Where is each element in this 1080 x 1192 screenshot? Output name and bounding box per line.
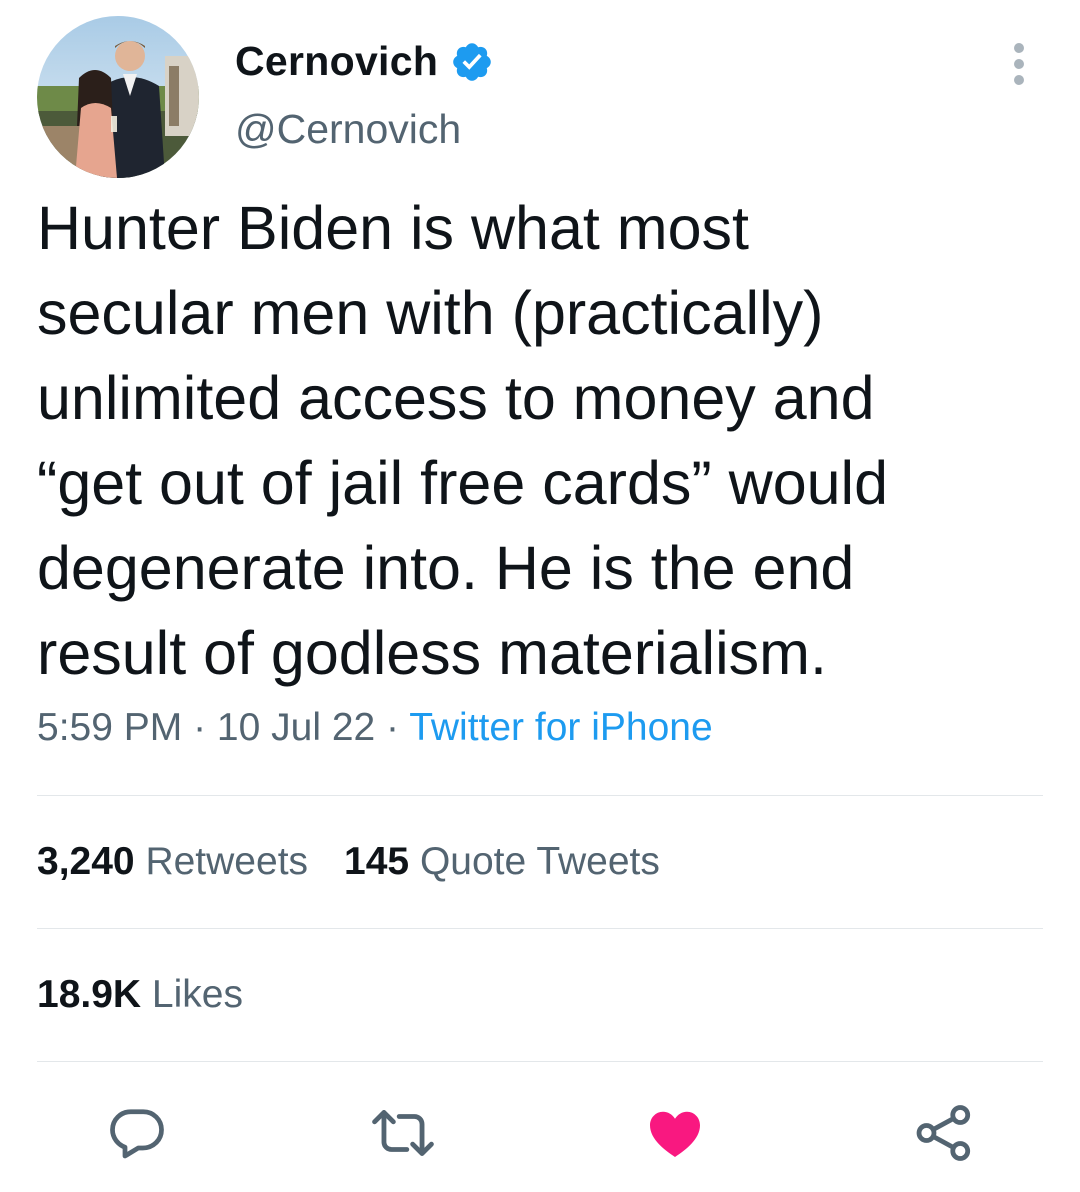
retweet-button[interactable] <box>370 1102 434 1164</box>
author-name[interactable]: Cernovich <box>235 38 438 85</box>
likes-stat[interactable]: 18.9K Likes <box>37 973 243 1016</box>
more-options-icon[interactable] <box>1007 42 1031 86</box>
divider <box>37 1061 1043 1062</box>
quote-tweets-stat[interactable]: 145 Quote Tweets <box>344 840 660 883</box>
divider <box>37 795 1043 796</box>
likes-label: Likes <box>151 973 243 1016</box>
tweet-detail: Cernovich @Cernovich Hunter Biden is wha… <box>0 0 1080 1192</box>
verified-badge-icon <box>450 40 494 84</box>
like-button[interactable] <box>645 1102 705 1164</box>
reply-button[interactable] <box>107 1102 167 1164</box>
quote-tweets-label: Quote Tweets <box>419 840 660 883</box>
tweet-text: Hunter Biden is what most secular men wi… <box>37 194 889 687</box>
author-name-row: Cernovich <box>235 38 494 85</box>
likes-row: 18.9K Likes <box>37 973 279 1017</box>
tweet-date[interactable]: 10 Jul 22 <box>217 706 375 749</box>
stats-row: 3,240 Retweets 145 Quote Tweets <box>37 840 696 884</box>
tweet-time[interactable]: 5:59 PM <box>37 706 182 749</box>
tweet-meta: 5:59 PM · 10 Jul 22 · Twitter for iPhone <box>37 706 713 750</box>
avatar[interactable] <box>37 16 199 178</box>
share-button[interactable] <box>914 1102 974 1164</box>
quote-tweets-count: 145 <box>344 840 410 883</box>
retweets-count: 3,240 <box>37 840 135 883</box>
tweet-source-link[interactable]: Twitter for iPhone <box>409 706 712 749</box>
retweets-stat[interactable]: 3,240 Retweets <box>37 840 308 883</box>
divider <box>37 928 1043 929</box>
reply-icon <box>107 1102 167 1164</box>
likes-count: 18.9K <box>37 973 142 1016</box>
author-handle[interactable]: @Cernovich <box>235 106 461 153</box>
meta-separator: · <box>182 706 217 749</box>
meta-separator: · <box>375 706 410 749</box>
retweets-label: Retweets <box>145 840 309 883</box>
retweet-icon <box>370 1102 434 1164</box>
share-icon <box>914 1102 974 1164</box>
like-icon <box>645 1102 705 1164</box>
